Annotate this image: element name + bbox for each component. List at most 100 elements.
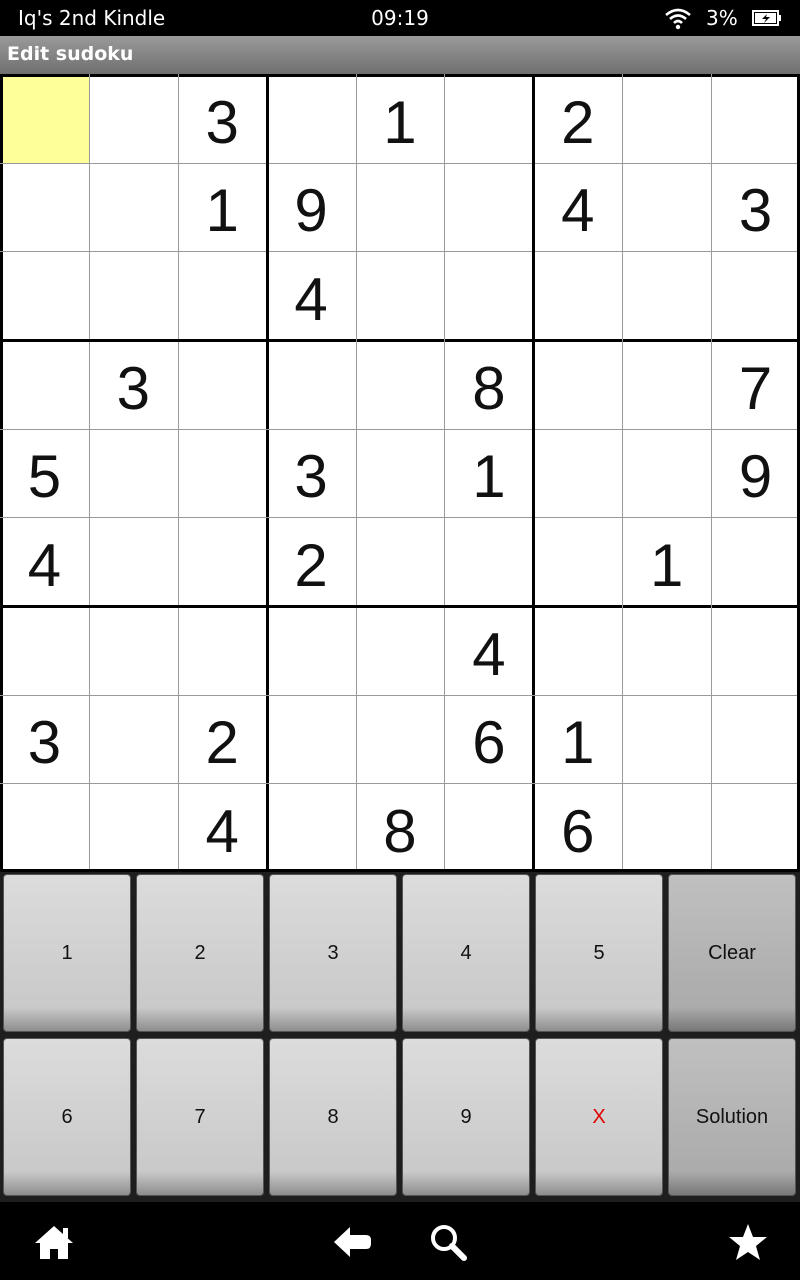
sudoku-cell[interactable] — [622, 783, 711, 872]
home-icon[interactable] — [32, 1222, 76, 1262]
sudoku-cell[interactable]: 1 — [622, 517, 711, 606]
sudoku-cell[interactable] — [356, 163, 445, 252]
key-3[interactable]: 3 — [269, 874, 397, 1032]
key-2[interactable]: 2 — [136, 874, 264, 1032]
sudoku-cell[interactable]: 3 — [89, 340, 178, 429]
sudoku-cell[interactable] — [267, 783, 356, 872]
sudoku-cell[interactable]: 9 — [267, 163, 356, 252]
sudoku-cell[interactable]: 1 — [356, 74, 445, 163]
sudoku-cell[interactable] — [0, 251, 89, 340]
sudoku-cell[interactable] — [356, 695, 445, 784]
sudoku-cell[interactable] — [533, 251, 622, 340]
sudoku-cell[interactable] — [622, 429, 711, 518]
sudoku-cell[interactable]: 1 — [533, 695, 622, 784]
sudoku-cell[interactable]: 3 — [178, 74, 267, 163]
grid-line-horizontal — [0, 695, 800, 696]
sudoku-cell[interactable] — [444, 517, 533, 606]
grid-line-horizontal — [0, 605, 800, 608]
sudoku-cell[interactable]: 4 — [444, 606, 533, 695]
sudoku-cell[interactable] — [444, 251, 533, 340]
sudoku-cell[interactable] — [178, 429, 267, 518]
sudoku-cell[interactable] — [444, 783, 533, 872]
key-8[interactable]: 8 — [269, 1038, 397, 1196]
sudoku-cell[interactable]: 4 — [0, 517, 89, 606]
sudoku-cell[interactable] — [622, 251, 711, 340]
sudoku-cell[interactable]: 1 — [444, 429, 533, 518]
sudoku-cell[interactable]: 4 — [533, 163, 622, 252]
sudoku-cell[interactable] — [267, 340, 356, 429]
sudoku-cell[interactable] — [356, 606, 445, 695]
sudoku-cell[interactable]: 9 — [711, 429, 800, 518]
sudoku-cell[interactable] — [89, 163, 178, 252]
key-7[interactable]: 7 — [136, 1038, 264, 1196]
sudoku-cell[interactable]: 4 — [178, 783, 267, 872]
sudoku-cell[interactable] — [0, 783, 89, 872]
sudoku-cell[interactable] — [178, 606, 267, 695]
sudoku-cell[interactable] — [267, 74, 356, 163]
sudoku-cell[interactable]: 4 — [267, 251, 356, 340]
sudoku-cell[interactable] — [711, 695, 800, 784]
search-icon[interactable] — [426, 1222, 470, 1262]
sudoku-cell[interactable]: 7 — [711, 340, 800, 429]
sudoku-cell[interactable] — [444, 74, 533, 163]
sudoku-cell[interactable] — [267, 606, 356, 695]
sudoku-cell[interactable] — [356, 429, 445, 518]
sudoku-cell[interactable] — [0, 74, 89, 163]
key-1[interactable]: 1 — [3, 874, 131, 1032]
sudoku-cell[interactable] — [711, 251, 800, 340]
sudoku-cell[interactable] — [0, 606, 89, 695]
sudoku-cell[interactable] — [89, 606, 178, 695]
sudoku-cell[interactable] — [533, 606, 622, 695]
sudoku-cell[interactable] — [711, 783, 800, 872]
sudoku-cell[interactable]: 5 — [0, 429, 89, 518]
sudoku-cell[interactable]: 1 — [178, 163, 267, 252]
sudoku-cell[interactable] — [622, 340, 711, 429]
sudoku-cell[interactable] — [711, 606, 800, 695]
sudoku-cell[interactable]: 6 — [444, 695, 533, 784]
battery-percent: 3% — [706, 6, 738, 30]
sudoku-cell[interactable]: 2 — [178, 695, 267, 784]
sudoku-cell[interactable] — [89, 429, 178, 518]
solution-button[interactable]: Solution — [668, 1038, 796, 1196]
sudoku-cell[interactable] — [89, 783, 178, 872]
sudoku-cell[interactable]: 3 — [267, 429, 356, 518]
sudoku-cell[interactable] — [533, 517, 622, 606]
sudoku-cell[interactable] — [533, 340, 622, 429]
sudoku-cell[interactable]: 8 — [356, 783, 445, 872]
sudoku-cell[interactable]: 2 — [267, 517, 356, 606]
sudoku-cell[interactable] — [711, 517, 800, 606]
sudoku-cell[interactable] — [711, 74, 800, 163]
sudoku-cell[interactable] — [89, 251, 178, 340]
sudoku-cell[interactable]: 3 — [0, 695, 89, 784]
sudoku-cell[interactable] — [178, 517, 267, 606]
sudoku-cell[interactable] — [356, 340, 445, 429]
sudoku-cell[interactable] — [89, 695, 178, 784]
sudoku-cell[interactable] — [178, 340, 267, 429]
sudoku-cell[interactable] — [0, 340, 89, 429]
back-icon[interactable] — [330, 1222, 374, 1262]
key-5[interactable]: 5 — [535, 874, 663, 1032]
sudoku-cell[interactable] — [89, 517, 178, 606]
sudoku-cell[interactable] — [444, 163, 533, 252]
sudoku-cell[interactable] — [267, 695, 356, 784]
sudoku-cell[interactable] — [622, 606, 711, 695]
sudoku-cell[interactable] — [178, 251, 267, 340]
key-4[interactable]: 4 — [402, 874, 530, 1032]
sudoku-cell[interactable]: 6 — [533, 783, 622, 872]
sudoku-cell[interactable]: 3 — [711, 163, 800, 252]
key-6[interactable]: 6 — [3, 1038, 131, 1196]
clear-button[interactable]: Clear — [668, 874, 796, 1032]
sudoku-cell[interactable] — [622, 695, 711, 784]
sudoku-cell[interactable] — [89, 74, 178, 163]
erase-cell-button[interactable]: X — [535, 1038, 663, 1196]
sudoku-cell[interactable]: 2 — [533, 74, 622, 163]
sudoku-cell[interactable] — [622, 74, 711, 163]
sudoku-cell[interactable] — [533, 429, 622, 518]
sudoku-cell[interactable] — [0, 163, 89, 252]
favorites-star-icon[interactable] — [726, 1222, 770, 1262]
key-9[interactable]: 9 — [402, 1038, 530, 1196]
sudoku-cell[interactable]: 8 — [444, 340, 533, 429]
sudoku-cell[interactable] — [622, 163, 711, 252]
sudoku-cell[interactable] — [356, 517, 445, 606]
sudoku-cell[interactable] — [356, 251, 445, 340]
